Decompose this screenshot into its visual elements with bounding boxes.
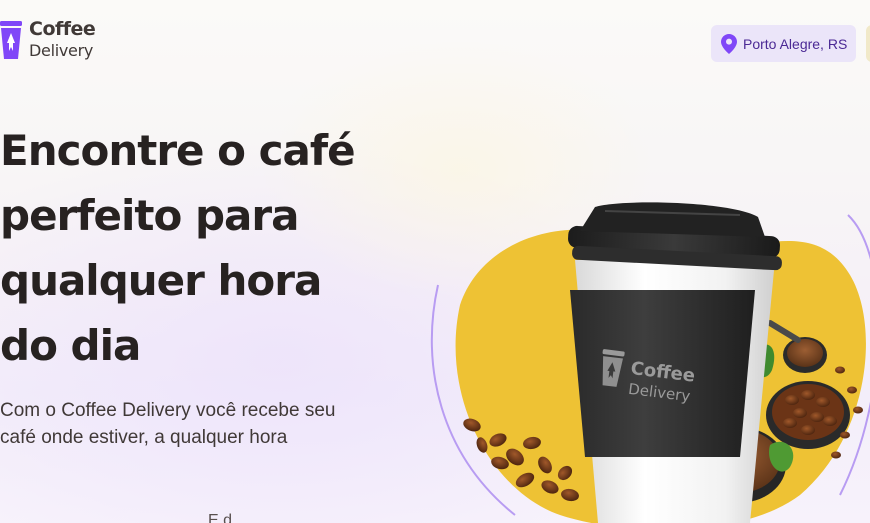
hero-subtitle: Com o Coffee Delivery você recebe seu ca… bbox=[0, 400, 336, 448]
logo-subtitle: Delivery bbox=[29, 41, 94, 60]
cup-brand-text: Coffee Delivery bbox=[627, 358, 696, 407]
next-section-heading: E d bbox=[208, 512, 233, 523]
map-pin-icon bbox=[721, 33, 737, 54]
header: Coffee Delivery Porto Alegre, RS bbox=[0, 0, 870, 85]
logo-title: Coffee bbox=[29, 18, 96, 40]
hero-image: Coffee Delivery bbox=[420, 195, 870, 523]
location-label: Porto Alegre, RS bbox=[743, 35, 848, 52]
coffee-cup-rocket-icon bbox=[0, 21, 22, 59]
cart-button[interactable] bbox=[866, 25, 870, 62]
location-button[interactable]: Porto Alegre, RS bbox=[711, 25, 856, 62]
logo-text: Coffee Delivery bbox=[29, 18, 96, 61]
hero-title: Encontre o café perfeito para qualquer h… bbox=[0, 126, 356, 370]
logo[interactable]: Coffee Delivery bbox=[0, 18, 96, 61]
